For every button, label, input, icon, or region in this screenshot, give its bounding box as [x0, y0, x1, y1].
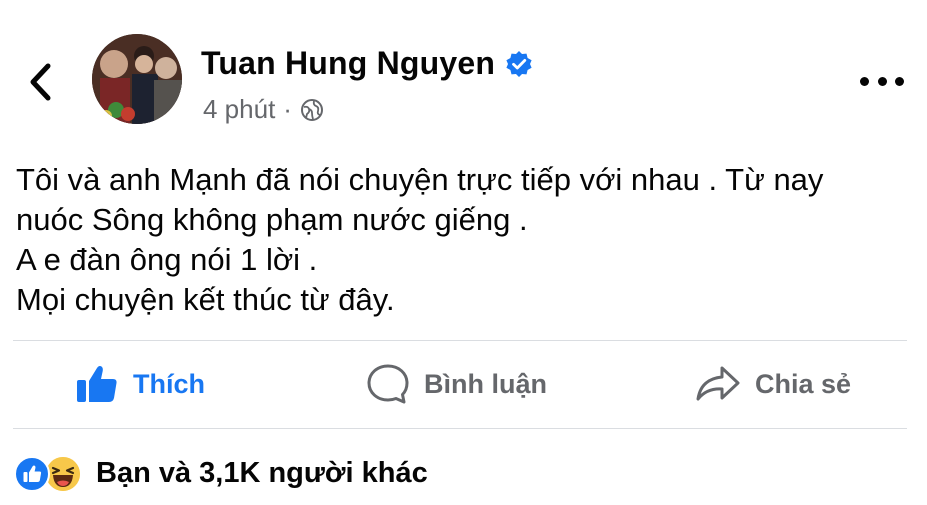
post-header: Tuan Hung Nguyen 4 phút ·: [0, 0, 927, 150]
post-text-line: Mọi chuyện kết thúc từ đây.: [16, 282, 395, 317]
action-bar: Thích Bình luận Chia sẻ: [0, 341, 927, 427]
post-text-line: Tôi và anh Mạnh đã nói chuyện trực tiếp …: [16, 162, 824, 197]
share-label[interactable]: Chia sẻ: [755, 369, 851, 400]
back-button[interactable]: [20, 60, 60, 104]
like-label[interactable]: Thích: [133, 369, 205, 400]
reaction-icons: [14, 453, 86, 493]
reactions-count-text[interactable]: Bạn và 3,1K người khác: [96, 457, 428, 490]
share-arrow-icon: [695, 364, 741, 404]
more-dot: [877, 76, 887, 86]
chevron-left-icon: [30, 63, 51, 101]
comment-label[interactable]: Bình luận: [424, 369, 547, 400]
more-dot: [895, 76, 904, 86]
comment-icon: [366, 363, 410, 405]
more-options-button[interactable]: [860, 70, 904, 92]
thumbs-up-icon: [75, 364, 119, 404]
divider-bottom: [13, 428, 907, 429]
like-reaction-icon: [14, 456, 50, 492]
like-button[interactable]: Thích: [75, 341, 205, 427]
post-body: Tôi và anh Mạnh đã nói chuyện trực tiếp …: [16, 160, 916, 320]
more-horizontal-icon: [860, 76, 869, 86]
meta-separator: ·: [283, 94, 292, 124]
post-time[interactable]: 4 phút: [203, 94, 275, 125]
share-button[interactable]: Chia sẻ: [695, 341, 851, 427]
globe-icon: [300, 98, 323, 121]
avatar[interactable]: [92, 34, 182, 124]
reactions-summary[interactable]: Bạn và 3,1K người khác: [14, 450, 428, 496]
post-text-line: A e đàn ông nói 1 lời .: [16, 242, 318, 277]
post-text-line: nuóc Sông không phạm nước giếng .: [16, 202, 528, 237]
author-name-text[interactable]: Tuan Hung Nguyen: [201, 45, 495, 82]
comment-button[interactable]: Bình luận: [366, 341, 547, 427]
author-name[interactable]: Tuan Hung Nguyen: [201, 45, 533, 82]
post-meta: 4 phút ·: [203, 94, 324, 125]
verified-badge-icon: [506, 50, 532, 77]
